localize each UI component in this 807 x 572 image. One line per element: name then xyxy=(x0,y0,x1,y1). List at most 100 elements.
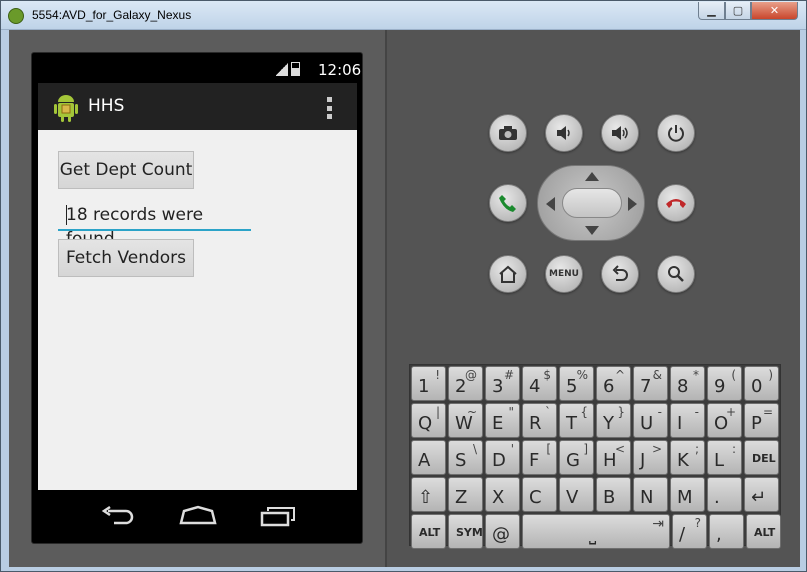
key-3-6[interactable]: N xyxy=(633,477,668,512)
key-comma[interactable]: , xyxy=(709,514,744,549)
search-button[interactable] xyxy=(657,255,695,293)
key-0-4[interactable]: 5% xyxy=(559,366,594,401)
key-3-7[interactable]: M xyxy=(670,477,705,512)
power-button[interactable] xyxy=(657,114,695,152)
key-2-3[interactable]: F[ xyxy=(522,440,557,475)
key-2-8[interactable]: L: xyxy=(707,440,742,475)
key-main-label: 9 xyxy=(714,376,726,397)
dpad-center-button[interactable] xyxy=(562,188,622,218)
dpad-up-arrow-icon[interactable] xyxy=(585,172,599,181)
key-main-label: SYM xyxy=(456,526,483,539)
fetch-vendors-button[interactable]: Fetch Vendors xyxy=(58,239,194,277)
key-main-label: N xyxy=(640,487,654,508)
home-icon xyxy=(499,265,517,283)
key-1-2[interactable]: E " xyxy=(485,403,520,438)
menu-button[interactable]: MENU xyxy=(545,255,583,293)
key-0-8[interactable]: 9( xyxy=(707,366,742,401)
key-3-5[interactable]: B xyxy=(596,477,631,512)
key-2-4[interactable]: G] xyxy=(559,440,594,475)
key-alt-right[interactable]: ALT xyxy=(746,514,781,549)
back-icon[interactable] xyxy=(100,505,136,527)
key-1-0[interactable]: Q | xyxy=(411,403,446,438)
call-button[interactable] xyxy=(489,184,527,222)
key-1-9[interactable]: P = xyxy=(744,403,779,438)
key-0-6[interactable]: 7 & xyxy=(633,366,668,401)
key-3-4[interactable]: V xyxy=(559,477,594,512)
key-sym[interactable]: SYM xyxy=(448,514,483,549)
key-slash[interactable]: /? xyxy=(672,514,707,549)
key-1-4[interactable]: T{ xyxy=(559,403,594,438)
key-2-2[interactable]: D ' xyxy=(485,440,520,475)
key-space[interactable]: ⎵ ⇥ xyxy=(522,514,670,549)
overflow-menu-icon[interactable] xyxy=(327,97,333,119)
key-alt-label: > xyxy=(651,442,662,456)
maximize-button[interactable]: ▢ xyxy=(725,2,751,20)
key-3-9[interactable]: ↵ xyxy=(744,477,779,512)
end-call-button[interactable] xyxy=(657,184,695,222)
key-3-1[interactable]: Z xyxy=(448,477,483,512)
key-main-label: @ xyxy=(492,524,510,545)
key-alt-label: @ xyxy=(465,368,477,382)
key-0-9[interactable]: 0) xyxy=(744,366,779,401)
dpad-down-arrow-icon[interactable] xyxy=(585,226,599,235)
key-1-8[interactable]: O + xyxy=(707,403,742,438)
key-0-2[interactable]: 3 # xyxy=(485,366,520,401)
key-0-3[interactable]: 4 $ xyxy=(522,366,557,401)
app-title: HHS xyxy=(88,96,125,116)
close-button[interactable]: ✕ xyxy=(751,2,798,20)
key-main-label: K xyxy=(677,450,689,471)
key-0-7[interactable]: 8 * xyxy=(670,366,705,401)
phone-call-icon xyxy=(499,195,516,212)
device-controls-panel: MENU 1! 2 @3 #4 $5% 6 ^ 7 & 8 * 9(0) Q | W ~ E " R ` T{Y} U - I… xyxy=(387,30,800,567)
volume-up-button[interactable] xyxy=(601,114,639,152)
key-alt-label: + xyxy=(725,405,736,419)
key-1-5[interactable]: Y} xyxy=(596,403,631,438)
key-1-1[interactable]: W ~ xyxy=(448,403,483,438)
minimize-button[interactable]: ▁ xyxy=(698,2,725,20)
battery-icon xyxy=(291,62,300,76)
key-alt-left[interactable]: ALT xyxy=(411,514,446,549)
status-time: 12:06 xyxy=(318,61,362,79)
key-0-0[interactable]: 1! xyxy=(411,366,446,401)
key-2-9[interactable]: DEL xyxy=(744,440,779,475)
key-main-label: G xyxy=(566,450,580,471)
key-3-2[interactable]: X xyxy=(485,477,520,512)
key-0-1[interactable]: 2 @ xyxy=(448,366,483,401)
key-1-7[interactable]: I- xyxy=(670,403,705,438)
back-button[interactable] xyxy=(601,255,639,293)
result-text-field[interactable]: 18 records were found xyxy=(58,203,251,249)
key-main-label: I xyxy=(677,413,683,434)
camera-button[interactable] xyxy=(489,114,527,152)
key-alt-label: : xyxy=(731,442,736,456)
key-2-0[interactable]: A xyxy=(411,440,446,475)
home-icon[interactable] xyxy=(178,505,218,527)
key-2-5[interactable]: H < xyxy=(596,440,631,475)
search-icon xyxy=(668,266,684,282)
key-0-5[interactable]: 6 ^ xyxy=(596,366,631,401)
home-button[interactable] xyxy=(489,255,527,293)
key-main-label: A xyxy=(418,450,431,471)
recent-apps-icon[interactable] xyxy=(258,505,298,527)
key-3-8[interactable]: . xyxy=(707,477,742,512)
key-main-label: DEL xyxy=(752,452,776,465)
key-main-label: ALT xyxy=(419,526,441,539)
key-2-7[interactable]: K; xyxy=(670,440,705,475)
key-at[interactable]: @ xyxy=(485,514,520,549)
key-1-3[interactable]: R ` xyxy=(522,403,557,438)
key-main-label: ⎵ xyxy=(589,524,597,545)
key-3-3[interactable]: C xyxy=(522,477,557,512)
key-2-1[interactable]: S \ xyxy=(448,440,483,475)
key-main-label: V xyxy=(566,487,579,508)
dpad-right-arrow-icon[interactable] xyxy=(628,197,637,211)
dpad[interactable] xyxy=(537,165,645,241)
key-alt-label: \ xyxy=(472,442,477,456)
dpad-left-arrow-icon[interactable] xyxy=(546,197,555,211)
key-alt-label: # xyxy=(503,368,514,382)
key-2-6[interactable]: J > xyxy=(633,440,668,475)
key-3-0[interactable]: ⇧ xyxy=(411,477,446,512)
key-1-6[interactable]: U- xyxy=(633,403,668,438)
get-dept-count-button[interactable]: Get Dept Count xyxy=(58,151,194,189)
title-bar[interactable]: 5554:AVD_for_Galaxy_Nexus ▁ ▢ ✕ xyxy=(1,1,806,30)
volume-down-button[interactable] xyxy=(545,114,583,152)
key-main-label: ↵ xyxy=(751,487,767,508)
